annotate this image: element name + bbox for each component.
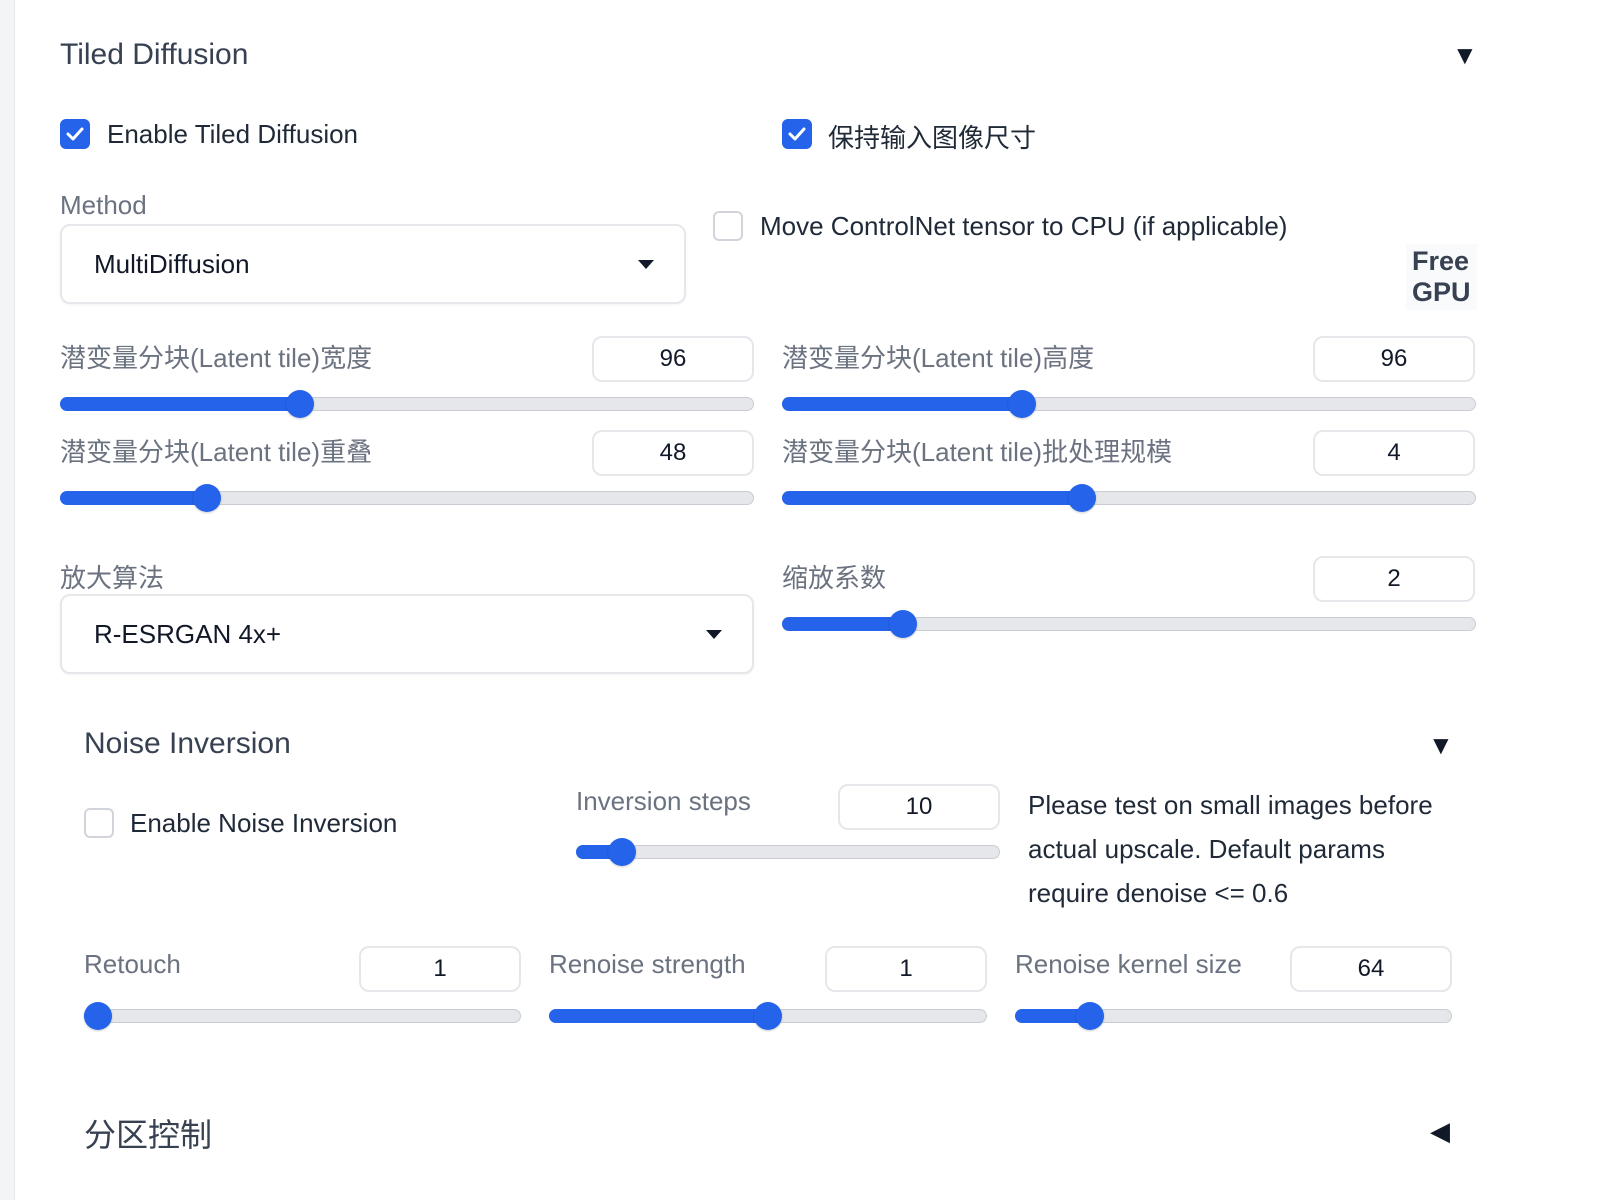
tile-batch-input[interactable]: 4 <box>1313 430 1475 476</box>
slider-thumb[interactable] <box>1068 484 1097 512</box>
tile-height-label: 潜变量分块(Latent tile)高度 <box>782 343 1095 373</box>
method-label: Method <box>60 190 147 220</box>
inversion-steps-slider[interactable] <box>576 838 1000 866</box>
slider-fill <box>60 491 208 505</box>
slider-thumb[interactable] <box>193 484 222 512</box>
expand-arrow-icon[interactable]: ◀ <box>1430 1116 1450 1147</box>
method-value: MultiDiffusion <box>94 248 250 279</box>
chevron-down-icon <box>706 629 722 639</box>
chevron-down-icon <box>638 259 654 269</box>
tile-width-input[interactable]: 96 <box>592 336 754 382</box>
enable-noise-inversion-checkbox[interactable] <box>84 808 114 838</box>
slider-fill <box>782 491 1083 505</box>
renoise-kernel-label: Renoise kernel size <box>1015 949 1242 979</box>
tile-height-slider[interactable] <box>782 390 1476 418</box>
slider-fill <box>60 397 301 411</box>
tiled-diffusion-title[interactable]: Tiled Diffusion <box>60 38 248 72</box>
renoise-kernel-slider[interactable] <box>1015 1002 1452 1030</box>
renoise-kernel-input[interactable]: 64 <box>1290 946 1452 992</box>
scale-factor-label: 缩放系数 <box>782 563 887 593</box>
tile-batch-label: 潜变量分块(Latent tile)批处理规模 <box>782 437 1173 467</box>
slider-fill <box>549 1009 768 1023</box>
enable-noise-inversion-label[interactable]: Enable Noise Inversion <box>130 808 397 839</box>
renoise-strength-input[interactable]: 1 <box>825 946 987 992</box>
left-rail <box>0 0 15 1200</box>
tile-width-label: 潜变量分块(Latent tile)宽度 <box>60 343 373 373</box>
noise-inversion-note: Please test on small images before actua… <box>1028 783 1433 915</box>
slider-fill <box>782 617 903 631</box>
slider-track <box>84 1009 521 1023</box>
upscaler-select[interactable]: R-ESRGAN 4x+ <box>60 594 754 674</box>
free-gpu-line1: Free <box>1412 246 1470 276</box>
enable-tiled-diffusion-checkbox[interactable] <box>60 119 90 149</box>
keep-input-size-checkbox[interactable] <box>782 119 812 149</box>
region-control-title[interactable]: 分区控制 <box>84 1110 212 1156</box>
checkmark-icon <box>66 127 84 141</box>
renoise-strength-slider[interactable] <box>549 1002 987 1030</box>
upscaler-label: 放大算法 <box>60 563 165 593</box>
note-line: Please test on small images before <box>1028 790 1433 820</box>
keep-input-size-label[interactable]: 保持输入图像尺寸 <box>828 118 1036 155</box>
method-select[interactable]: MultiDiffusion <box>60 224 686 304</box>
inversion-steps-label: Inversion steps <box>576 786 751 816</box>
slider-track <box>576 845 1000 859</box>
collapse-arrow-icon[interactable]: ▼ <box>1452 40 1478 71</box>
slider-thumb[interactable] <box>888 610 917 638</box>
move-controlnet-checkbox[interactable] <box>713 211 743 241</box>
scale-factor-slider[interactable] <box>782 610 1476 638</box>
retouch-label: Retouch <box>84 949 181 979</box>
free-gpu-line2: GPU <box>1412 277 1471 307</box>
renoise-strength-label: Renoise strength <box>549 949 746 979</box>
slider-thumb[interactable] <box>1008 390 1037 418</box>
retouch-slider[interactable] <box>84 1002 521 1030</box>
tile-overlap-label: 潜变量分块(Latent tile)重叠 <box>60 437 373 467</box>
slider-thumb[interactable] <box>607 838 636 866</box>
slider-thumb[interactable] <box>1076 1002 1105 1030</box>
tile-height-input[interactable]: 96 <box>1313 336 1475 382</box>
collapse-arrow-icon[interactable]: ▼ <box>1428 730 1454 761</box>
slider-thumb[interactable] <box>286 390 315 418</box>
inversion-steps-input[interactable]: 10 <box>838 784 1000 830</box>
retouch-input[interactable]: 1 <box>359 946 521 992</box>
free-gpu-button[interactable]: Free GPU <box>1406 244 1477 310</box>
slider-thumb[interactable] <box>84 1002 112 1030</box>
upscaler-value: R-ESRGAN 4x+ <box>94 618 282 649</box>
tile-overlap-slider[interactable] <box>60 484 754 512</box>
note-line: actual upscale. Default params <box>1028 834 1385 864</box>
tile-batch-slider[interactable] <box>782 484 1476 512</box>
slider-thumb[interactable] <box>754 1002 782 1030</box>
tile-overlap-input[interactable]: 48 <box>592 430 754 476</box>
move-controlnet-label[interactable]: Move ControlNet tensor to CPU (if applic… <box>760 211 1287 242</box>
tile-width-slider[interactable] <box>60 390 754 418</box>
checkmark-icon <box>788 127 806 141</box>
scale-factor-input[interactable]: 2 <box>1313 556 1475 602</box>
noise-inversion-title[interactable]: Noise Inversion <box>84 727 291 761</box>
note-line: require denoise <= 0.6 <box>1028 878 1289 908</box>
slider-fill <box>782 397 1023 411</box>
enable-tiled-diffusion-label[interactable]: Enable Tiled Diffusion <box>107 119 358 150</box>
